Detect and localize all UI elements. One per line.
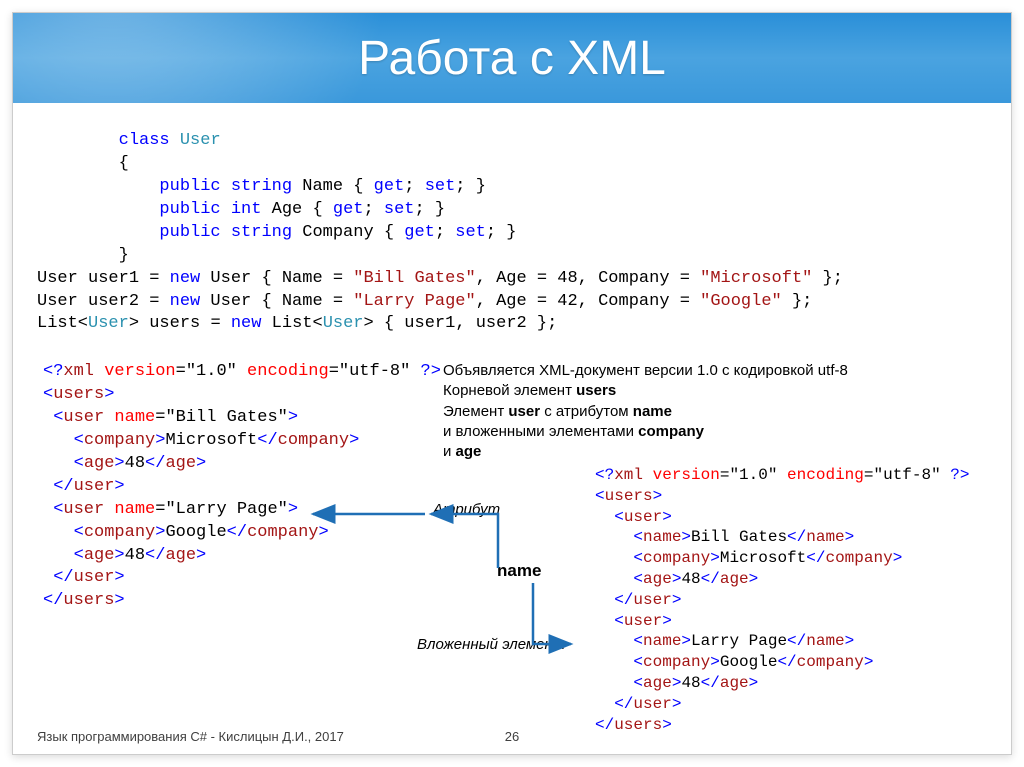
code-class-def: class class UserUser { public string Nam… bbox=[13, 103, 1011, 336]
description-text: Объявляется XML-документ версии 1.0 с ко… bbox=[443, 361, 1003, 462]
slide-title: Работа с XML bbox=[13, 13, 1011, 86]
name-label: name bbox=[497, 561, 541, 581]
page-number: 26 bbox=[505, 729, 519, 744]
xml-snippet-left: <?xml version="1.0" encoding="utf-8" ?> … bbox=[43, 361, 441, 613]
nested-element-label: Вложенный элемент bbox=[417, 636, 565, 653]
attribute-label: Атрибут bbox=[433, 501, 500, 518]
footer-left: Язык программирования C# - Кислицын Д.И.… bbox=[37, 729, 344, 744]
xml-snippet-right: <?xml version="1.0" encoding="utf-8" ?> … bbox=[595, 465, 970, 735]
